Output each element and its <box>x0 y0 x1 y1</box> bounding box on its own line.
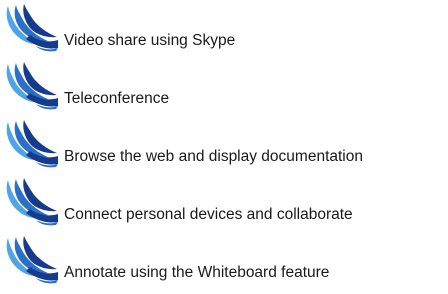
feature-item: Video share using Skype <box>2 4 446 62</box>
college-wave-logo-icon <box>2 178 60 226</box>
feature-item: Annotate using the Whiteboard feature <box>2 236 446 294</box>
college-wave-logo-icon <box>2 62 60 110</box>
feature-label: Browse the web and display documentation <box>64 148 363 165</box>
feature-label: Teleconference <box>64 90 170 107</box>
feature-item: Teleconference <box>2 62 446 120</box>
feature-label: Connect personal devices and collaborate <box>64 206 353 223</box>
college-wave-logo-icon <box>2 120 60 168</box>
college-wave-logo-icon <box>2 236 60 284</box>
feature-item: Browse the web and display documentation <box>2 120 446 178</box>
feature-item: Connect personal devices and collaborate <box>2 178 446 236</box>
feature-list: Video share using Skype Teleconference B… <box>2 4 446 294</box>
feature-label: Video share using Skype <box>64 32 236 49</box>
feature-label: Annotate using the Whiteboard feature <box>64 264 330 281</box>
college-wave-logo-icon <box>2 4 60 52</box>
